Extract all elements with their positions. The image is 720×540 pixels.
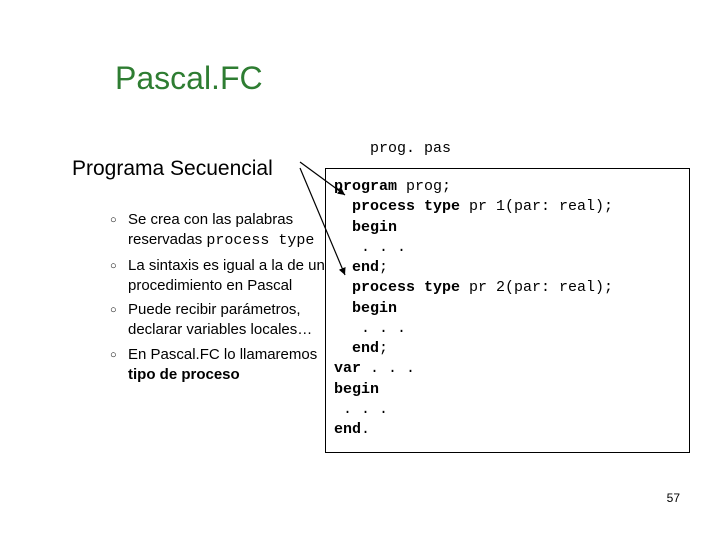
list-item: En Pascal.FC lo llamaremos tipo de proce… (110, 345, 335, 386)
bold-text: tipo de proceso (128, 366, 240, 383)
code-keyword: begin (334, 381, 379, 398)
code-text: . . . (334, 239, 406, 256)
bullet-text: La sintaxis es igual a la de un procedim… (128, 257, 325, 294)
code-text: pr 1(par: real); (460, 198, 613, 215)
code-keyword: end (334, 421, 361, 438)
code-keyword: begin (334, 300, 397, 317)
code-keyword: program (334, 178, 397, 195)
list-item: La sintaxis es igual a la de un procedim… (110, 256, 335, 297)
code-box: program prog; process type pr 1(par: rea… (325, 168, 690, 453)
code-text: ; (379, 259, 388, 276)
code-text: . . . (334, 401, 388, 418)
code-keyword: begin (334, 219, 397, 236)
code-keyword: process type (334, 198, 460, 215)
inline-code: process type (206, 232, 314, 249)
slide-subtitle: Programa Secuencial (72, 157, 273, 181)
code-keyword: process type (334, 279, 460, 296)
page-number: 57 (667, 491, 680, 505)
code-text: ; (379, 340, 388, 357)
code-text: . (361, 421, 370, 438)
code-keyword: var (334, 360, 361, 377)
list-item: Se crea con las palabras reservadas proc… (110, 210, 335, 252)
bullet-list: Se crea con las palabras reservadas proc… (110, 210, 335, 389)
code-filename: prog. pas (370, 140, 451, 157)
code-text: pr 2(par: real); (460, 279, 613, 296)
slide-title: Pascal.FC (115, 60, 263, 97)
bullet-text: En Pascal.FC lo llamaremos (128, 346, 317, 363)
code-text: . . . (334, 320, 406, 337)
code-text: prog; (397, 178, 451, 195)
code-text: . . . (361, 360, 415, 377)
code-keyword: end (334, 340, 379, 357)
list-item: Puede recibir parámetros, declarar varia… (110, 300, 335, 341)
bullet-text: Puede recibir parámetros, declarar varia… (128, 301, 312, 338)
code-keyword: end (334, 259, 379, 276)
